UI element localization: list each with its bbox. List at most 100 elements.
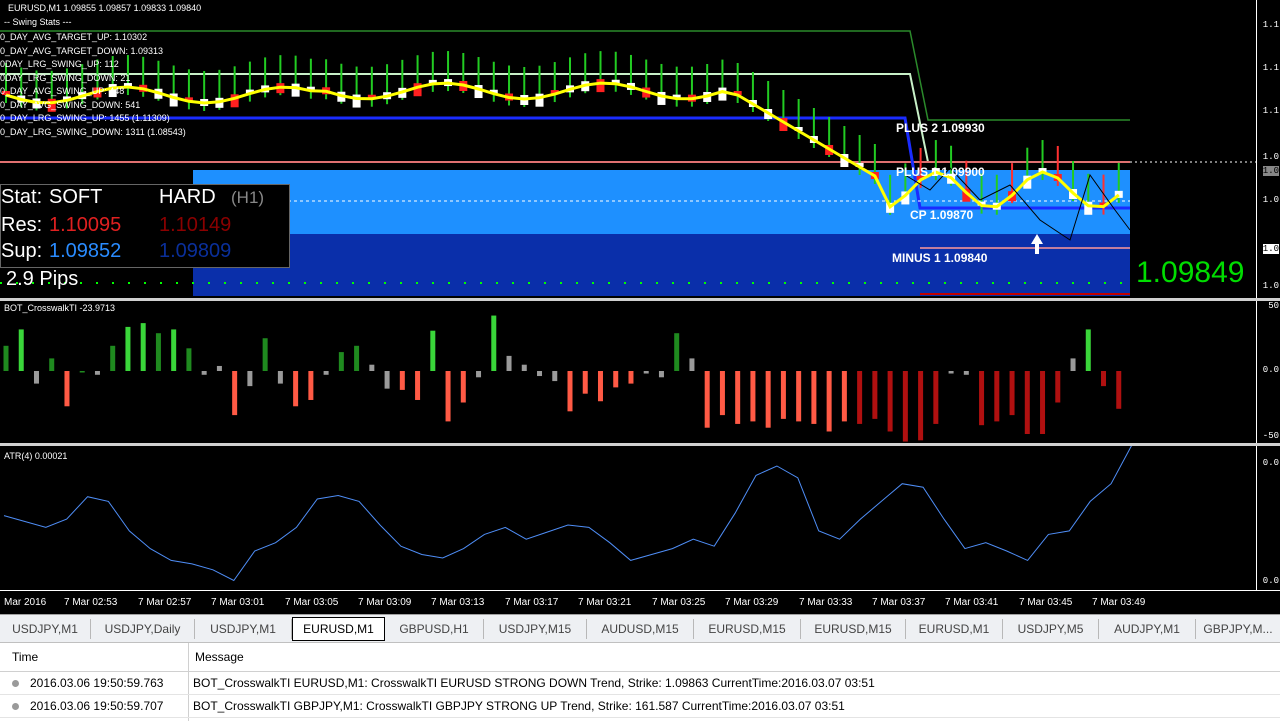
tab-eurusd-m1[interactable]: EURUSD,M1: [906, 619, 1003, 639]
current-price-label: 1.09849: [1136, 256, 1245, 289]
sup-label: Sup:: [1, 240, 43, 262]
histogram-bar: [18, 329, 24, 371]
candle-body: [596, 79, 605, 93]
histogram-bar: [3, 345, 9, 371]
tab-eurusd-m1-active[interactable]: EURUSD,M1: [292, 617, 385, 641]
tab-gbpjpy-m[interactable]: GBPJPY,M...: [1196, 619, 1280, 639]
histogram-bar: [735, 371, 741, 424]
histogram-bar: [186, 348, 192, 371]
histogram-bar: [689, 358, 695, 371]
histogram-bar: [902, 371, 908, 442]
tab-usdjpy-m5[interactable]: USDJPY,M5: [1003, 619, 1099, 639]
tab-audusd-m15[interactable]: AUDUSD,M15: [587, 619, 694, 639]
histogram-bar: [1070, 358, 1076, 371]
histogram-bar: [933, 371, 939, 424]
info-icon: [12, 703, 19, 710]
tab-audjpy-m1[interactable]: AUDJPY,M1: [1099, 619, 1196, 639]
tab-usdjpy-m1[interactable]: USDJPY,M1: [195, 619, 292, 639]
log-time: 2016.03.06 19:50:59.763: [30, 676, 164, 690]
histogram-bar: [277, 371, 283, 384]
time-tick: 7 Mar 03:29: [725, 597, 779, 608]
histogram-bar: [750, 371, 756, 422]
histogram-bar: [415, 371, 421, 400]
swing-stats-list: 0_DAY_AVG_TARGET_UP: 1.10302 0_DAY_AVG_T…: [0, 31, 186, 139]
ind2-tick: 0.0: [1262, 458, 1279, 468]
crosswalk-indicator-panel[interactable]: BOT_CrosswalkTI -23.9713: [0, 301, 1256, 443]
tab-eurusd-m15[interactable]: EURUSD,M15: [694, 619, 801, 639]
histogram-bar: [1085, 329, 1091, 371]
swing-stat: 0_DAY_AVG_TARGET_DOWN: 1.09313: [0, 45, 164, 56]
histogram-bar: [323, 371, 329, 375]
histogram-bar: [354, 345, 360, 371]
histogram-bar: [399, 371, 405, 390]
histogram-bar: [430, 330, 436, 371]
ind2-tick: 0.0: [1262, 576, 1279, 586]
histogram-bar: [552, 371, 558, 382]
histogram-bar: [155, 333, 161, 371]
time-tick: 7 Mar 03:17: [505, 597, 559, 608]
swing-stat: 0_DAY_AVG_SWING_UP: 448: [0, 86, 125, 96]
indicator2-label: ATR(4) 0.00021: [4, 451, 68, 461]
stat-label: Stat:: [1, 186, 43, 208]
histogram-bar: [796, 371, 802, 422]
histogram-bar: [841, 371, 847, 422]
support-band-dark: [193, 234, 1130, 296]
time-tick: 7 Mar 03:41: [945, 597, 999, 608]
main-price-scale: 1.1 1.1 1.1 1.0 1.0 1.0 1.0 1.0: [1256, 0, 1280, 298]
histogram-bar: [613, 371, 619, 388]
sup-soft-value: 1.09852: [49, 240, 122, 262]
time-tick: 7 Mar 03:09: [358, 597, 412, 608]
histogram-bar: [826, 371, 832, 432]
tab-usdjpy-m15[interactable]: USDJPY,M15: [484, 619, 587, 639]
tab-usdjpy-m1[interactable]: USDJPY,M1: [0, 619, 91, 639]
histogram-bar: [537, 371, 543, 377]
histogram-bar: [262, 338, 268, 371]
histogram-bar: [582, 371, 588, 394]
histogram-bar: [64, 371, 70, 407]
histogram-bar: [872, 371, 878, 419]
time-column-header[interactable]: Time: [12, 643, 38, 671]
histogram-bar: [674, 333, 680, 371]
message-column-header[interactable]: Message: [195, 643, 244, 671]
swing-stat: 0_DAY_AVG_SWING_DOWN: 541: [0, 99, 141, 110]
price-tick: 1.0: [1262, 281, 1279, 291]
log-row[interactable]: 2016.03.06 19:50:59.707 BOT_CrosswalkTI …: [0, 695, 1280, 718]
histogram-bar: [521, 364, 527, 371]
main-chart-panel[interactable]: EURUSD,M1 1.09855 1.09857 1.09833 1.0984…: [0, 0, 1256, 298]
soft-label: SOFT: [49, 186, 103, 208]
swing-stat: 0_DAY_LRG_SWING_UP: 1455 (1.11309): [0, 113, 170, 123]
time-axis: Mar 2016 7 Mar 02:53 7 Mar 02:57 7 Mar 0…: [0, 590, 1280, 615]
info-icon: [12, 680, 19, 687]
swing-stat: 0_DAY_AVG_TARGET_UP: 1.10302: [0, 32, 148, 42]
plus1-label: PLUS 1 1.09900: [896, 165, 985, 179]
histogram-bar: [247, 371, 253, 387]
histogram-bar: [918, 371, 924, 441]
ind1-tick: 50: [1268, 301, 1279, 311]
histogram-bar: [1101, 371, 1107, 387]
chart-header: EURUSD,M1 1.09855 1.09857 1.09833 1.0984…: [8, 3, 202, 13]
time-tick: 7 Mar 03:25: [652, 597, 706, 608]
histogram-bar: [33, 371, 39, 384]
indicator1-label: BOT_CrosswalkTI -23.9713: [4, 303, 116, 313]
time-tick: 7 Mar 03:01: [211, 597, 265, 608]
histogram-bar: [765, 371, 771, 428]
histogram-bar: [643, 371, 649, 374]
histogram-bar: [658, 371, 664, 378]
tab-eurusd-m15[interactable]: EURUSD,M15: [801, 619, 906, 639]
histogram-bar: [811, 371, 817, 424]
log-row[interactable]: 2016.03.06 19:50:59.763 BOT_CrosswalkTI …: [0, 672, 1280, 695]
time-tick: 7 Mar 03:45: [1019, 597, 1073, 608]
tab-gbpusd-h1[interactable]: GBPUSD,H1: [385, 619, 484, 639]
log-header: Time Message: [0, 643, 1280, 672]
histogram-bar: [293, 371, 299, 407]
terminal-log: Time Message 2016.03.06 19:50:59.763 BOT…: [0, 642, 1280, 721]
tab-usdjpy-daily[interactable]: USDJPY,Daily: [91, 619, 195, 639]
support-band-light: [193, 170, 1130, 234]
time-tick: 7 Mar 03:37: [872, 597, 926, 608]
sr-box: Stat: SOFT HARD (H1) Res: 1.10095 1.1014…: [0, 184, 290, 268]
swing-stat: 0DAY_LRG_SWING_UP: 112: [0, 59, 119, 69]
histogram-bar: [1009, 371, 1015, 416]
log-message: BOT_CrosswalkTI EURUSD,M1: CrosswalkTI E…: [193, 676, 875, 690]
atr-line-chart: [3, 446, 1132, 582]
atr-indicator-panel[interactable]: ATR(4) 0.00021: [0, 446, 1256, 590]
